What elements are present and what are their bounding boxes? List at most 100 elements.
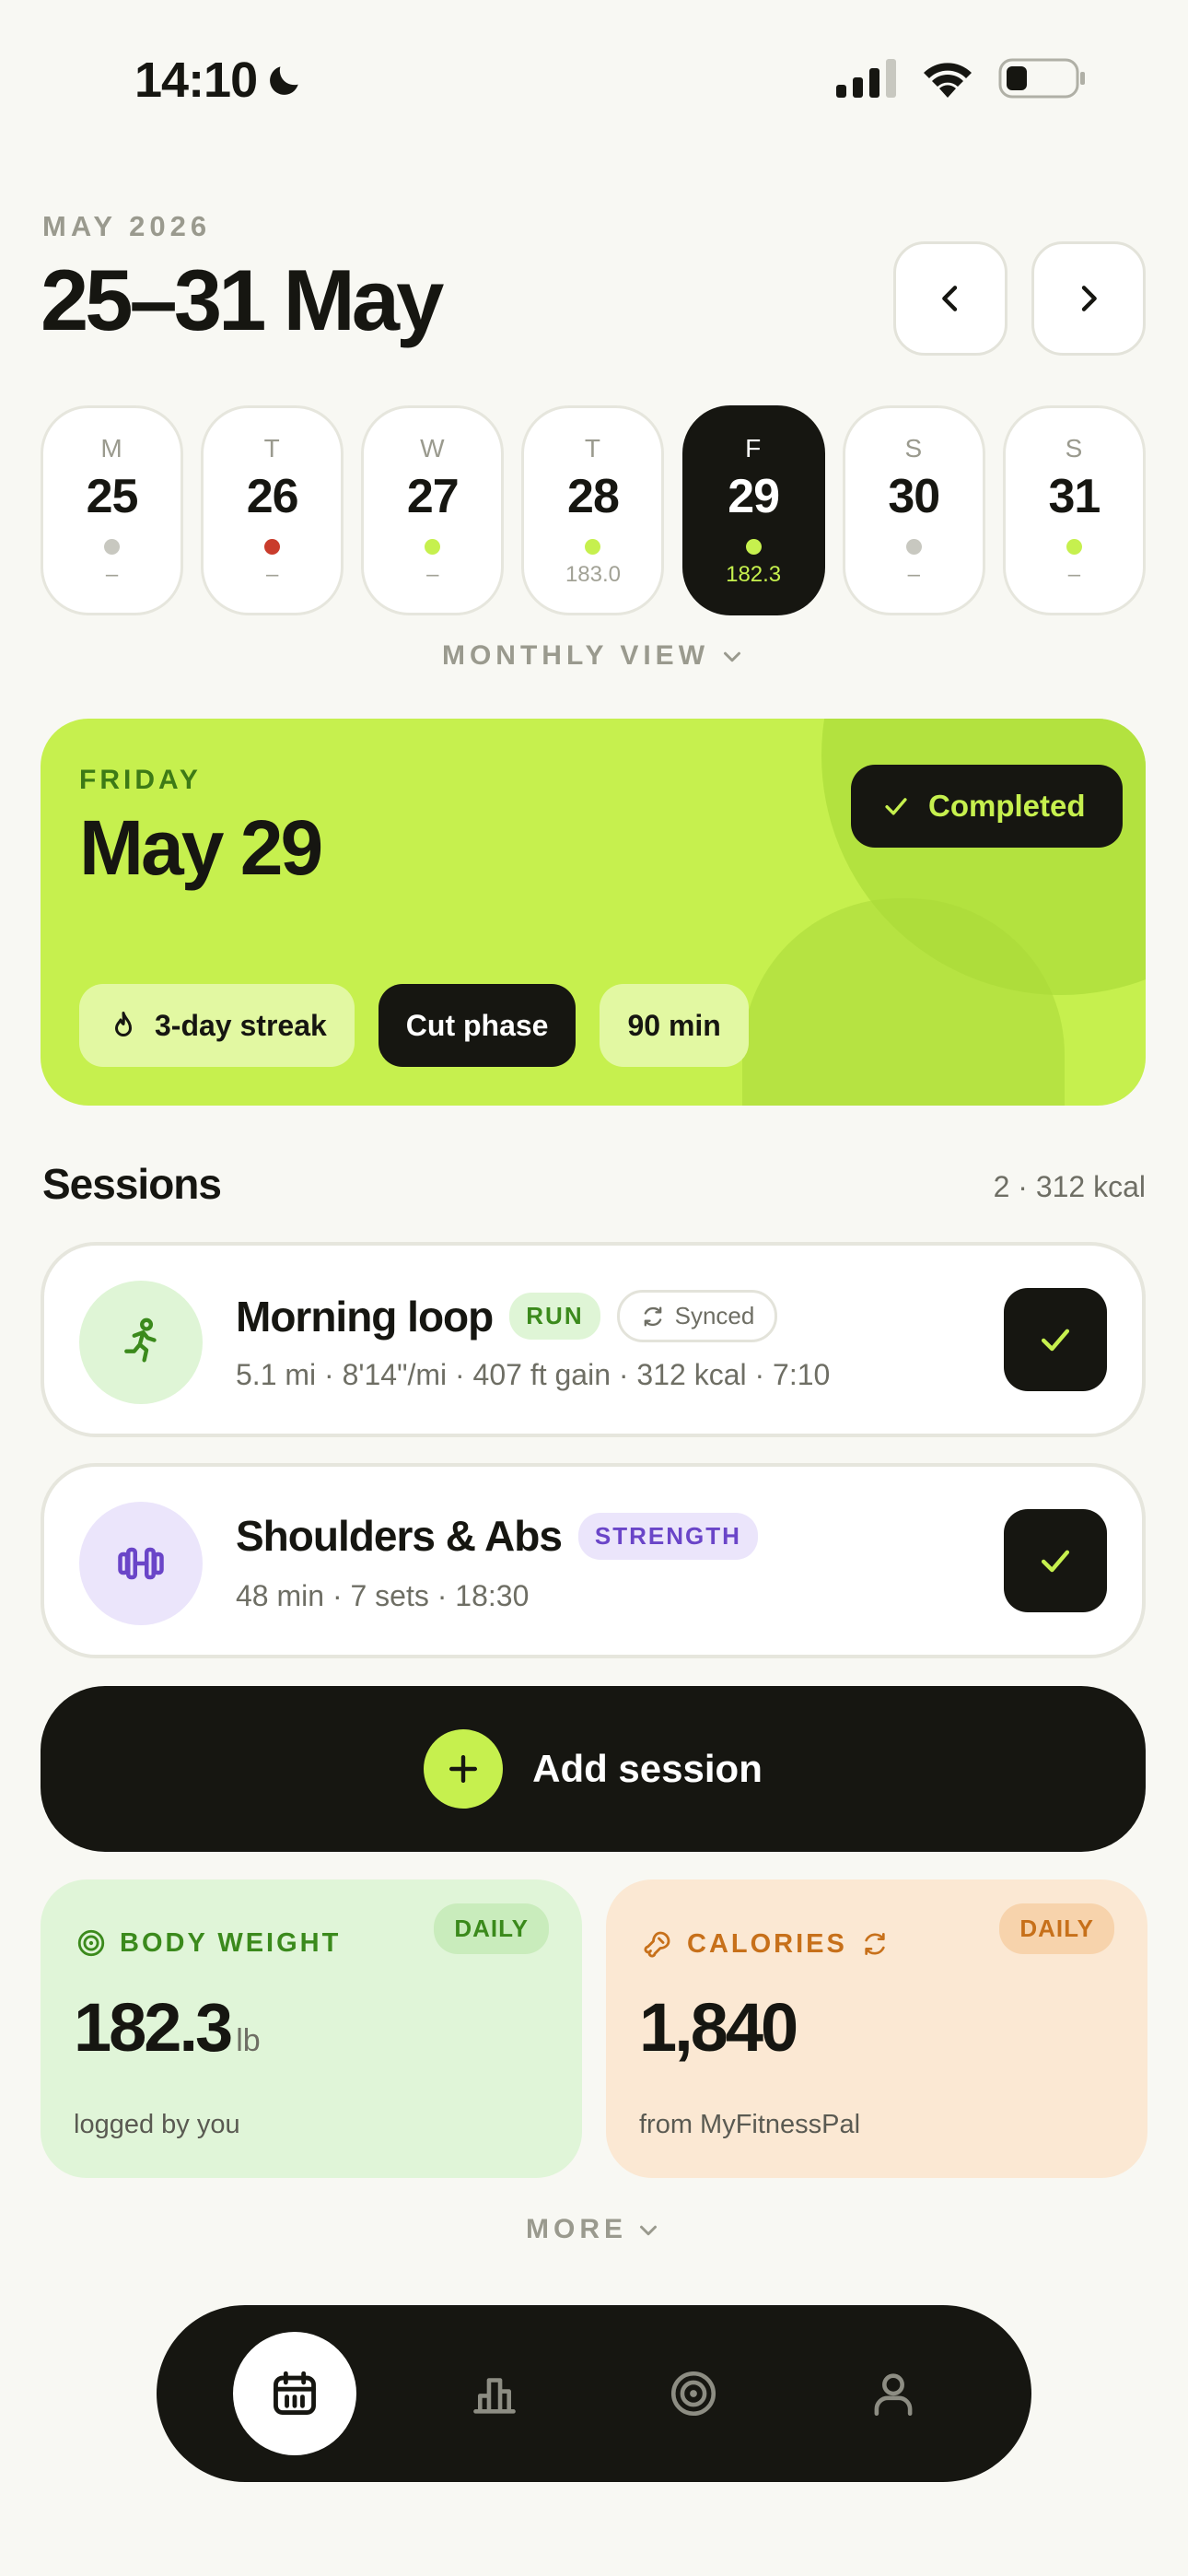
day-status-dot	[905, 539, 922, 555]
sync-icon	[865, 1933, 885, 1955]
add-session-button[interactable]: Add session	[41, 1686, 1146, 1852]
day-status-dot	[425, 539, 441, 555]
wifi-icon	[924, 63, 972, 98]
day-friday-selected[interactable]: F 29 182.3	[681, 405, 825, 615]
metric-header: BODY WEIGHT	[76, 1927, 341, 1959]
day-letter: S	[1065, 434, 1084, 463]
calendar-icon	[274, 2371, 317, 2415]
metric-header: CALORIES	[641, 1927, 890, 1961]
day-weight: –	[1067, 562, 1081, 587]
add-session-label: Add session	[532, 1747, 763, 1790]
tab-stats[interactable]	[433, 2332, 556, 2455]
day-status-dot	[1066, 539, 1082, 555]
day-weight: 183.0	[565, 562, 621, 587]
more-label: MORE	[526, 2214, 627, 2244]
day-letter: T	[584, 434, 602, 463]
streak-label: 3-day streak	[155, 1008, 327, 1042]
session-type-tag: STRENGTH	[577, 1512, 758, 1560]
completed-badge: Completed	[851, 765, 1123, 848]
next-week-button[interactable]	[1031, 241, 1146, 356]
month-label: MAY 2026	[42, 210, 212, 242]
day-sunday[interactable]: S 31 –	[1002, 405, 1146, 615]
status-indicators	[836, 57, 1087, 100]
day-number: 30	[888, 470, 940, 523]
weight-value: 182.3	[74, 1989, 233, 2066]
day-number: 28	[567, 470, 620, 523]
flame-icon	[115, 1012, 132, 1036]
tab-bar	[157, 2305, 1031, 2482]
day-number: 31	[1048, 470, 1101, 523]
metric-value-row: 182.3 lb	[74, 1988, 261, 2067]
duration-chip: 90 min	[600, 984, 749, 1067]
phase-chip: Cut phase	[378, 984, 577, 1067]
day-tuesday[interactable]: T 26 –	[201, 405, 344, 615]
check-icon	[1041, 1329, 1070, 1352]
day-weight: –	[105, 562, 119, 587]
day-number: 27	[406, 470, 460, 523]
monthly-view-label: MONTHLY VIEW	[441, 640, 710, 671]
profile-icon	[874, 2373, 913, 2417]
session-card[interactable]: Shoulders & Abs STRENGTH 48 min · 7 sets…	[41, 1463, 1146, 1658]
day-saturday[interactable]: S 30 –	[842, 405, 985, 615]
day-chips: 3-day streak Cut phase 90 min	[79, 984, 749, 1067]
weight-unit: lb	[236, 2023, 261, 2058]
check-icon	[1041, 1550, 1070, 1573]
session-details: 48 min · 7 sets · 18:30	[236, 1579, 530, 1612]
session-icon-badge	[79, 1281, 203, 1404]
previous-week-button[interactable]	[893, 241, 1007, 356]
day-status-dot	[745, 539, 762, 555]
synced-label: Synced	[674, 1302, 755, 1329]
drumstick-icon	[644, 1931, 670, 1958]
chevron-down-icon	[640, 2225, 657, 2236]
tab-profile[interactable]	[832, 2332, 955, 2455]
metric-label: BODY WEIGHT	[120, 1927, 342, 1958]
chevron-left-icon	[942, 286, 958, 311]
battery-icon	[998, 58, 1085, 99]
completed-label: Completed	[928, 789, 1086, 823]
sync-icon	[644, 1306, 661, 1326]
page-title: 25–31 May	[41, 252, 444, 348]
day-thursday[interactable]: T 28 183.0	[521, 405, 665, 615]
session-name: Morning loop	[236, 1292, 494, 1341]
day-number: 25	[86, 470, 139, 523]
calories-value: 1,840	[639, 1989, 798, 2066]
week-strip: M 25 – T 26 – W 27 – T 28 183.0 F 29 182…	[41, 405, 1146, 615]
session-title-row: Shoulders & Abs STRENGTH	[236, 1511, 758, 1561]
sessions-heading: Sessions	[42, 1160, 222, 1208]
sessions-summary: 2 · 312 kcal	[993, 1170, 1146, 1203]
session-title-row: Morning loop RUN Synced	[236, 1290, 778, 1342]
day-letter: F	[745, 434, 763, 463]
dumbbell-icon	[118, 1547, 164, 1580]
body-weight-card[interactable]: BODY WEIGHT DAILY 182.3 lb logged by you	[41, 1879, 582, 2178]
session-card[interactable]: Morning loop RUN Synced 5.1 mi · 8'14"/m…	[41, 1242, 1146, 1437]
day-letter: S	[904, 434, 924, 463]
day-weight: 182.3	[726, 562, 782, 587]
day-letter: W	[420, 434, 446, 463]
metric-label: CALORIES	[687, 1928, 847, 1959]
day-wednesday[interactable]: W 27 –	[361, 405, 505, 615]
phase-label: Cut phase	[405, 1008, 549, 1042]
tab-calendar[interactable]	[233, 2332, 357, 2455]
weekday-label: FRIDAY	[79, 765, 202, 795]
day-status-dot	[585, 539, 601, 555]
calories-card[interactable]: CALORIES DAILY 1,840 from MyFitnessPal	[606, 1879, 1147, 2178]
day-monday[interactable]: M 25 –	[41, 405, 183, 615]
bar-chart-icon	[472, 2378, 516, 2414]
chevron-right-icon	[1081, 286, 1097, 311]
day-number: 29	[728, 470, 780, 523]
session-complete-checkbox[interactable]	[1004, 1288, 1107, 1391]
status-time: 14:10	[134, 52, 305, 109]
monthly-view-toggle[interactable]: MONTHLY VIEW	[0, 640, 1188, 672]
selected-date: May 29	[79, 804, 323, 891]
session-icon-badge	[79, 1502, 203, 1625]
more-toggle[interactable]: MORE	[0, 2214, 1188, 2245]
session-complete-checkbox[interactable]	[1004, 1509, 1107, 1612]
chevron-down-icon	[724, 651, 741, 662]
session-details: 5.1 mi · 8'14"/mi · 407 ft gain · 312 kc…	[236, 1358, 831, 1391]
session-type-tag: RUN	[509, 1293, 600, 1340]
day-weight: –	[426, 562, 439, 587]
tab-goals[interactable]	[632, 2332, 755, 2455]
day-status-dot	[264, 539, 281, 555]
session-name: Shoulders & Abs	[236, 1512, 563, 1560]
day-status-dot	[104, 539, 120, 555]
